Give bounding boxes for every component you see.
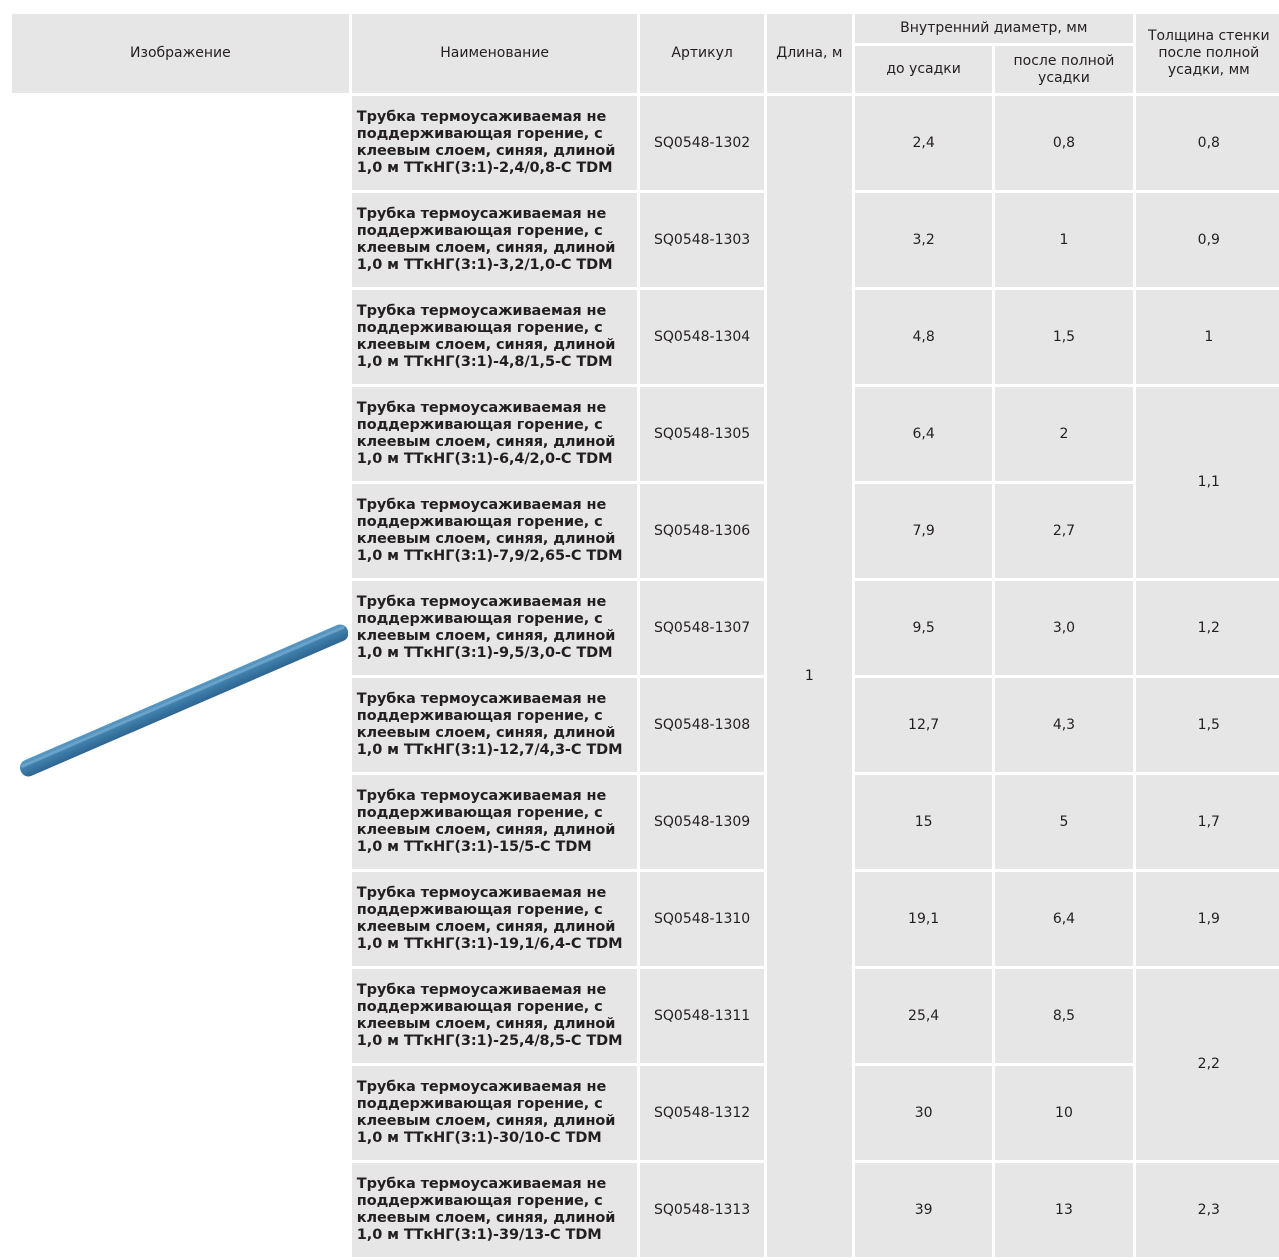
article-cell: SQ0548-1308	[640, 678, 764, 772]
diameter-after-cell: 6,4	[995, 872, 1133, 966]
diameter-before-cell: 15	[854, 775, 993, 869]
article-cell: SQ0548-1306	[640, 484, 764, 578]
article-cell: SQ0548-1309	[640, 775, 764, 869]
product-name-cell: Трубка термоусаживаемая не поддерживающа…	[351, 387, 638, 481]
wall-thickness-cell: 2,3	[1135, 1163, 1279, 1257]
wall-thickness-cell: 1,2	[1135, 581, 1279, 675]
article-cell: SQ0548-1303	[640, 193, 764, 287]
diameter-before-cell: 7,9	[854, 484, 993, 578]
diameter-after-cell: 2	[995, 387, 1133, 481]
product-name-cell: Трубка термоусаживаемая не поддерживающа…	[351, 969, 638, 1063]
diameter-after-cell: 5	[995, 775, 1133, 869]
header-name: Наименование	[351, 14, 638, 93]
diameter-after-cell: 13	[995, 1163, 1133, 1257]
article-cell: SQ0548-1312	[640, 1066, 764, 1160]
header-after-shrink: после полной усадки	[995, 46, 1133, 93]
diameter-before-cell: 30	[854, 1066, 993, 1160]
diameter-before-cell: 2,4	[854, 96, 993, 190]
product-name-cell: Трубка термоусаживаемая не поддерживающа…	[351, 678, 638, 772]
wall-thickness-cell: 0,8	[1135, 96, 1279, 190]
diameter-before-cell: 19,1	[854, 872, 993, 966]
article-cell: SQ0548-1313	[640, 1163, 764, 1257]
wall-thickness-cell: 1,1	[1135, 387, 1279, 578]
header-article: Артикул	[640, 14, 764, 93]
diameter-after-cell: 1,5	[995, 290, 1133, 384]
diameter-before-cell: 4,8	[854, 290, 993, 384]
diameter-after-cell: 3,0	[995, 581, 1133, 675]
product-name-cell: Трубка термоусаживаемая не поддерживающа…	[351, 775, 638, 869]
wall-thickness-cell: 2,2	[1135, 969, 1279, 1160]
product-table: Изображение Наименование Артикул Длина, …	[9, 11, 1279, 1260]
wall-thickness-cell: 1,5	[1135, 678, 1279, 772]
product-name-cell: Трубка термоусаживаемая не поддерживающа…	[351, 581, 638, 675]
product-name-cell: Трубка термоусаживаемая не поддерживающа…	[351, 484, 638, 578]
article-cell: SQ0548-1311	[640, 969, 764, 1063]
diameter-before-cell: 9,5	[854, 581, 993, 675]
product-name-cell: Трубка термоусаживаемая не поддерживающа…	[351, 1163, 638, 1257]
diameter-after-cell: 10	[995, 1066, 1133, 1160]
diameter-before-cell: 3,2	[854, 193, 993, 287]
tube-image	[12, 102, 348, 1252]
product-name-cell: Трубка термоусаживаемая не поддерживающа…	[351, 1066, 638, 1160]
diameter-before-cell: 12,7	[854, 678, 993, 772]
diameter-before-cell: 25,4	[854, 969, 993, 1063]
article-cell: SQ0548-1305	[640, 387, 764, 481]
table-row: Трубка термоусаживаемая не поддерживающа…	[12, 96, 1279, 1257]
article-cell: SQ0548-1310	[640, 872, 764, 966]
article-cell: SQ0548-1307	[640, 581, 764, 675]
diameter-after-cell: 1	[995, 193, 1133, 287]
product-name-cell: Трубка термоусаживаемая не поддерживающа…	[351, 96, 638, 190]
diameter-after-cell: 4,3	[995, 678, 1133, 772]
header-before-shrink: до усадки	[854, 46, 993, 93]
header-wall-thickness: Толщина стенки после полной усадки, мм	[1135, 14, 1279, 93]
wall-thickness-cell: 1,7	[1135, 775, 1279, 869]
wall-thickness-cell: 0,9	[1135, 193, 1279, 287]
wall-thickness-cell: 1	[1135, 290, 1279, 384]
heat-shrink-tube-picture	[19, 623, 348, 776]
header-length: Длина, м	[766, 14, 852, 93]
product-image-cell	[12, 96, 349, 1257]
diameter-after-cell: 8,5	[995, 969, 1133, 1063]
product-name-cell: Трубка термоусаживаемая не поддерживающа…	[351, 193, 638, 287]
diameter-after-cell: 2,7	[995, 484, 1133, 578]
diameter-before-cell: 39	[854, 1163, 993, 1257]
article-cell: SQ0548-1302	[640, 96, 764, 190]
product-name-cell: Трубка термоусаживаемая не поддерживающа…	[351, 872, 638, 966]
diameter-after-cell: 0,8	[995, 96, 1133, 190]
article-cell: SQ0548-1304	[640, 290, 764, 384]
product-name-cell: Трубка термоусаживаемая не поддерживающа…	[351, 290, 638, 384]
table-body: Трубка термоусаживаемая не поддерживающа…	[12, 96, 1279, 1257]
header-image: Изображение	[12, 14, 349, 93]
header-inner-diameter: Внутренний диаметр, мм	[854, 14, 1133, 43]
length-cell: 1	[766, 96, 852, 1257]
wall-thickness-cell: 1,9	[1135, 872, 1279, 966]
diameter-before-cell: 6,4	[854, 387, 993, 481]
